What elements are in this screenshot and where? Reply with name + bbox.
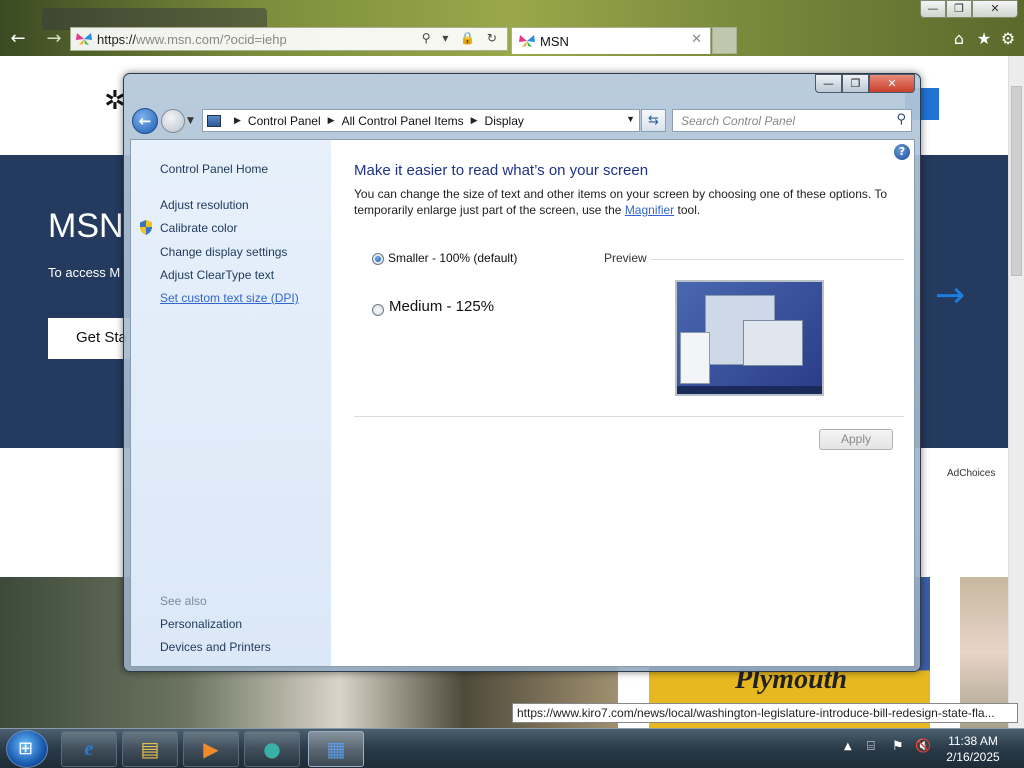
adjust-resolution-link[interactable]: Adjust resolution	[160, 198, 249, 212]
file-explorer-icon[interactable]: ▤	[122, 731, 178, 767]
custom-text-size-link[interactable]: Set custom text size (DPI)	[160, 291, 299, 305]
adchoices-link[interactable]: AdChoices	[947, 468, 995, 479]
apply-button[interactable]: Apply	[819, 429, 893, 450]
link-status-tooltip: https://www.kiro7.com/news/local/washing…	[512, 703, 1018, 723]
help-icon[interactable]: ?	[894, 144, 910, 160]
chevron-down-icon[interactable]: ▼	[626, 114, 635, 124]
action-center-flag-icon[interactable]: ⚑	[892, 739, 904, 754]
carousel-next-arrow-icon[interactable]: →	[935, 275, 965, 316]
page-description: You can change the size of text and othe…	[354, 187, 888, 217]
preview-window	[743, 320, 803, 366]
control-panel-taskbar-icon[interactable]: ▦	[308, 731, 364, 767]
ie-title-area: — ❐ ✕ ← → https://www.msn.com/?ocid=iehp…	[0, 0, 1024, 56]
close-button[interactable]: ✕	[972, 0, 1018, 18]
breadcrumb-control-panel[interactable]: Control Panel	[248, 114, 321, 128]
devices-and-printers-link[interactable]: Devices and Printers	[160, 640, 271, 654]
personalization-link[interactable]: Personalization	[160, 617, 242, 631]
see-also-heading: See also	[160, 594, 207, 608]
url-text: https://www.msn.com/?ocid=iehp	[97, 31, 287, 47]
preview-taskbar	[677, 386, 822, 394]
tab-msn[interactable]: MSN ✕	[511, 27, 711, 54]
magnifier-link[interactable]: Magnifier	[625, 203, 674, 217]
preview-divider	[651, 259, 904, 260]
uac-shield-icon	[140, 220, 152, 235]
taskbar: e ▤ ▶ ● ▦ ▲ ⌸ ⚑ 🔇 11:38 AM 2/16/2025	[0, 728, 1024, 768]
back-arrow-icon[interactable]: ←	[132, 108, 158, 134]
clock[interactable]: 11:38 AM 2/16/2025	[936, 733, 1010, 765]
refresh-icon[interactable]: ⇆	[641, 109, 666, 132]
maximize-button[interactable]: ❐	[946, 0, 972, 18]
gear-icon[interactable]: ⚙	[997, 29, 1019, 48]
option-label-smaller[interactable]: Smaller - 100% (default)	[388, 251, 517, 265]
forward-arrow-icon[interactable]	[161, 109, 185, 133]
chat-app-icon[interactable]: ●	[244, 731, 300, 767]
address-bar[interactable]: https://www.msn.com/?ocid=iehp ⚲ ▾ 🔒 ↻	[70, 27, 508, 51]
radio-medium[interactable]	[372, 304, 384, 316]
home-icon[interactable]: ⌂	[948, 29, 970, 48]
scrollbar-thumb[interactable]	[1011, 86, 1022, 276]
adjust-cleartype-link[interactable]: Adjust ClearType text	[160, 268, 274, 282]
breadcrumb-all-items[interactable]: All Control Panel Items	[342, 114, 464, 128]
msn-butterfly-icon	[75, 32, 93, 46]
media-player-icon[interactable]: ▶	[183, 731, 239, 767]
task-pane: Control Panel Home Adjust resolution Cal…	[131, 140, 331, 666]
option-label-medium[interactable]: Medium - 125%	[389, 298, 494, 315]
breadcrumb[interactable]: ▶ Control Panel ▶ All Control Panel Item…	[202, 109, 640, 132]
minimize-button[interactable]: —	[920, 0, 946, 18]
section-divider	[354, 416, 904, 417]
control-panel-home-link[interactable]: Control Panel Home	[160, 162, 268, 176]
tab-title: MSN	[540, 33, 569, 49]
clock-date: 2/16/2025	[946, 750, 1000, 764]
volume-muted-icon[interactable]: 🔇	[915, 739, 931, 754]
internet-explorer-icon[interactable]: e	[61, 731, 117, 767]
forward-arrow-icon[interactable]: →	[42, 28, 66, 50]
page-title: Make it easier to read what’s on your sc…	[354, 162, 649, 179]
network-icon[interactable]: ⌸	[867, 739, 875, 754]
search-input[interactable]	[673, 110, 883, 131]
new-tab-button[interactable]	[712, 27, 737, 54]
address-tools-icons[interactable]: ⚲ ▾ 🔒 ↻	[422, 31, 501, 45]
show-hidden-icons-icon[interactable]: ▲	[844, 741, 852, 752]
preview-label: Preview	[604, 251, 647, 265]
back-arrow-icon[interactable]: ←	[6, 28, 30, 50]
chevron-right-icon[interactable]: ▶	[234, 115, 241, 126]
close-button[interactable]: ✕	[869, 74, 915, 93]
calibrate-color-link[interactable]: Calibrate color	[160, 221, 237, 235]
control-panel-icon	[207, 114, 221, 127]
minimize-button[interactable]: —	[815, 74, 842, 93]
favorites-star-icon[interactable]: ★	[973, 29, 995, 48]
control-panel-content: Control Panel Home Adjust resolution Cal…	[130, 139, 915, 667]
preview-image	[675, 280, 824, 396]
control-panel-window: — ❐ ✕ ← ▼ ▶ Control Panel ▶ All Control …	[123, 73, 921, 672]
msn-butterfly-icon	[519, 35, 535, 47]
window-controls: — ❐ ✕	[815, 74, 915, 93]
search-icon[interactable]: ⚲	[896, 112, 906, 127]
chevron-right-icon[interactable]: ▶	[328, 115, 335, 126]
page-scrollbar[interactable]	[1008, 56, 1024, 728]
clock-time: 11:38 AM	[948, 734, 998, 748]
change-display-settings-link[interactable]: Change display settings	[160, 245, 287, 259]
radio-smaller[interactable]	[372, 253, 384, 265]
search-box[interactable]: ⚲	[672, 109, 912, 132]
chevron-right-icon[interactable]: ▶	[471, 115, 478, 126]
maximize-button[interactable]: ❐	[842, 74, 869, 93]
tab-close-icon[interactable]: ✕	[691, 32, 702, 47]
start-button[interactable]	[6, 730, 48, 768]
hero-title: MSN	[48, 207, 124, 245]
recent-pages-dropdown-icon[interactable]: ▼	[187, 116, 194, 126]
breadcrumb-display[interactable]: Display	[485, 114, 524, 128]
preview-window	[680, 332, 710, 384]
hero-subtitle: To access M	[48, 265, 121, 280]
